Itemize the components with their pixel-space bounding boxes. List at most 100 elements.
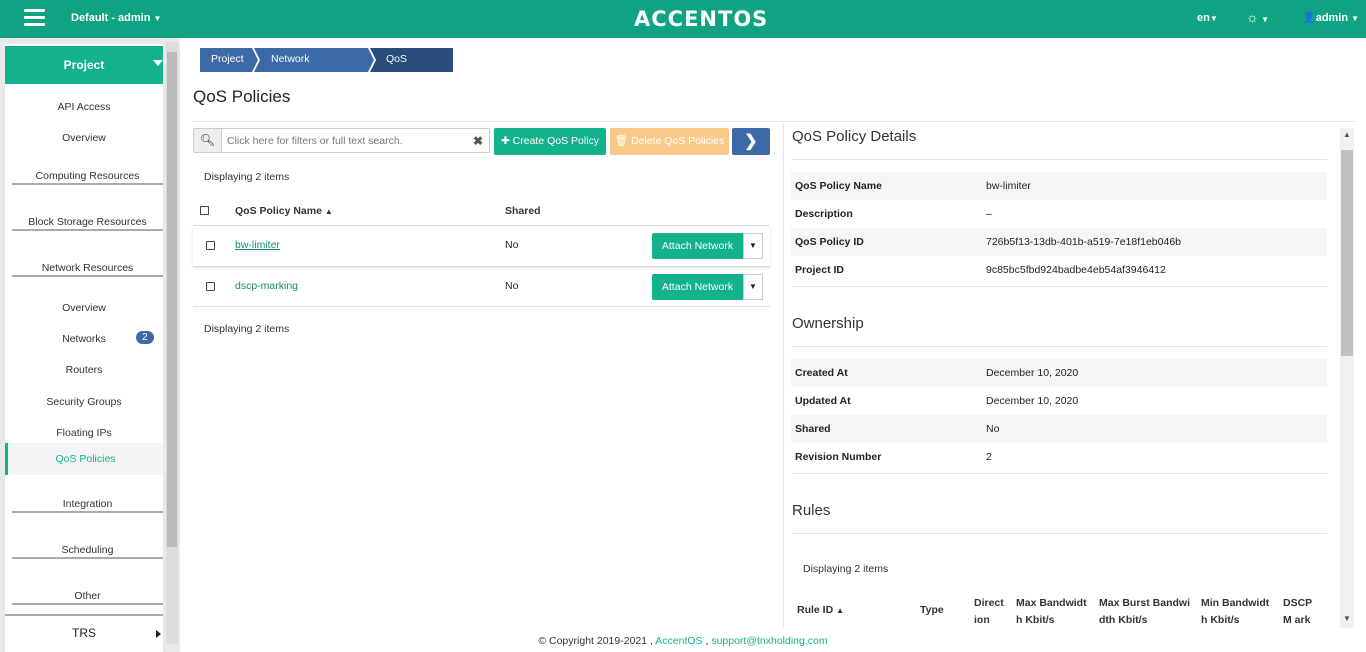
detail-value: No: [986, 423, 1000, 435]
detail-row: Updated At December 10, 2020: [791, 387, 1327, 415]
rules-title: Rules: [792, 502, 831, 519]
sidebar-item-qos-policies[interactable]: QoS Policies: [5, 443, 163, 475]
row-checkbox[interactable]: [206, 241, 215, 250]
rules-column-dscp-mark: DSCP M ark: [1283, 597, 1312, 626]
product-link[interactable]: AccentOS: [655, 635, 702, 647]
sidebar-item-network-resources[interactable]: Network Resources: [12, 262, 163, 277]
details-panel: QoS Policy Details QoS Policy Name bw-lim…: [783, 124, 1340, 628]
rules-column-direction: Direct ion: [974, 597, 1004, 626]
breadcrumb-project[interactable]: Project: [200, 48, 244, 71]
policy-name-link[interactable]: bw-limiter: [235, 239, 280, 251]
chevron-down-icon: ▼: [1258, 15, 1269, 24]
breadcrumb-qos-policies: QoS Policies: [386, 53, 423, 88]
sidebar-item-api-access[interactable]: API Access: [5, 101, 163, 113]
create-qos-policy-button[interactable]: ✚ Create QoS Policy: [494, 128, 606, 155]
chevron-down-icon: ▼: [749, 241, 757, 250]
table-row: dscp-marking No Attach Network ▼: [193, 266, 770, 307]
sidebar-item-integration[interactable]: Integration: [12, 498, 163, 513]
plus-icon: ✚: [500, 135, 510, 147]
search-input[interactable]: [227, 132, 467, 149]
trash-icon: 🗑: [614, 135, 629, 147]
row-actions-dropdown[interactable]: ▼: [743, 274, 763, 300]
sidebar-item-networks[interactable]: Networks 2: [5, 331, 163, 345]
detail-row: Revision Number 2: [791, 443, 1327, 471]
detail-row: Created At December 10, 2020: [791, 359, 1327, 387]
user-label: admin: [1315, 12, 1349, 24]
divider: [792, 346, 1327, 347]
delete-qos-policies-label: Delete QoS Policies: [630, 135, 725, 147]
detail-key: Updated At: [795, 395, 851, 407]
menu-icon[interactable]: [24, 9, 45, 29]
details-toggle-button[interactable]: ❯: [732, 128, 770, 155]
details-scrollbar-thumb[interactable]: [1341, 150, 1353, 356]
sidebar-item-label: Integration: [62, 498, 113, 510]
details-title: QoS Policy Details: [792, 128, 917, 145]
gear-icon: ☼: [1246, 9, 1259, 25]
user-menu[interactable]: 👤admin ▼: [1302, 11, 1359, 24]
row-checkbox[interactable]: [206, 282, 215, 291]
rules-column-min-bandwidth: Min Bandwidt h Kbit/s: [1201, 597, 1270, 626]
displaying-count-bottom: Displaying 2 items: [204, 323, 290, 335]
sidebar-item-floating-ips[interactable]: Floating IPs: [5, 427, 163, 439]
sidebar-item-block-storage[interactable]: Block Storage Resources: [12, 216, 163, 231]
language-label: en: [1197, 12, 1210, 24]
sidebar: Project API Access Overview Computing Re…: [0, 38, 180, 652]
caret-down-icon: [153, 60, 163, 66]
chevron-down-icon: ▼: [153, 14, 162, 23]
details-scrollbar[interactable]: ▲ ▼: [1340, 128, 1354, 628]
divider: [792, 286, 1327, 287]
sidebar-panel: Project API Access Overview Computing Re…: [5, 44, 163, 652]
policy-shared: No: [505, 280, 519, 292]
sidebar-scrollbar-thumb[interactable]: [167, 52, 177, 547]
rules-column-max-burst: Max Burst Bandwi dth Kbit/s: [1099, 597, 1191, 626]
detail-value: 9c85bc5fbd924badbe4eb54af3946412: [986, 264, 1166, 276]
policy-name-link[interactable]: dscp-marking: [235, 280, 298, 292]
detail-value: 2: [986, 451, 992, 463]
sidebar-item-overview[interactable]: Overview: [5, 132, 163, 144]
sidebar-item-other[interactable]: Other: [12, 590, 163, 605]
chevron-right-icon: ❯: [744, 133, 758, 150]
detail-key: Created At: [795, 367, 848, 379]
sidebar-item-routers[interactable]: Routers: [5, 364, 163, 376]
select-all-checkbox[interactable]: [200, 206, 209, 215]
sort-asc-icon: ▲: [836, 606, 845, 615]
language-selector[interactable]: en▼: [1197, 12, 1218, 24]
page-title: QoS Policies: [193, 87, 291, 106]
detail-key: Description: [795, 208, 853, 220]
rules-column-rule-id[interactable]: Rule ID ▲: [797, 602, 844, 619]
scroll-up-icon[interactable]: ▲: [1343, 130, 1351, 139]
chevron-down-icon: ▼: [1209, 14, 1218, 23]
table-row: bw-limiter No Attach Network ▼: [193, 225, 770, 266]
displaying-count-top: Displaying 2 items: [204, 171, 290, 183]
theme-menu[interactable]: ☼ ▼: [1246, 9, 1269, 25]
sidebar-item-computing-resources[interactable]: Computing Resources: [12, 170, 163, 185]
detail-key: Revision Number: [795, 451, 882, 463]
detail-key: Shared: [795, 423, 831, 435]
delete-qos-policies-button[interactable]: 🗑 Delete QoS Policies: [610, 128, 729, 155]
column-header-name[interactable]: QoS Policy Name ▲: [235, 205, 333, 217]
detail-key: QoS Policy Name: [795, 180, 882, 192]
column-header-name-label: QoS Policy Name: [235, 205, 322, 217]
detail-value: –: [986, 208, 992, 220]
top-bar: Default - admin ▼ ACCENTOS en▼ ☼ ▼ 👤admi…: [0, 0, 1366, 38]
clear-search-icon[interactable]: ✖: [473, 134, 483, 148]
sidebar-project-header[interactable]: Project: [5, 46, 163, 84]
search-icon: 🔍︎: [194, 129, 222, 152]
support-email-link[interactable]: support@tnxholding.com: [711, 635, 827, 647]
attach-network-button[interactable]: Attach Network: [652, 274, 743, 300]
divider: [792, 159, 1327, 160]
breadcrumb-network-resources[interactable]: Network Resources: [260, 48, 321, 88]
sidebar-item-network-overview[interactable]: Overview: [5, 302, 163, 314]
policy-shared: No: [505, 239, 519, 251]
sidebar-item-security-groups[interactable]: Security Groups: [5, 396, 163, 408]
detail-row: Shared No: [791, 415, 1327, 443]
row-actions-dropdown[interactable]: ▼: [743, 233, 763, 259]
attach-network-button[interactable]: Attach Network: [652, 233, 743, 259]
ownership-title: Ownership: [792, 315, 864, 332]
scroll-down-icon[interactable]: ▼: [1343, 614, 1351, 623]
search-box: 🔍︎ ✖: [193, 128, 490, 153]
logo: ACCENTOS: [634, 7, 769, 31]
sidebar-item-scheduling[interactable]: Scheduling: [12, 544, 163, 559]
sidebar-scrollbar[interactable]: [166, 42, 178, 644]
project-selector[interactable]: Default - admin ▼: [71, 12, 161, 24]
